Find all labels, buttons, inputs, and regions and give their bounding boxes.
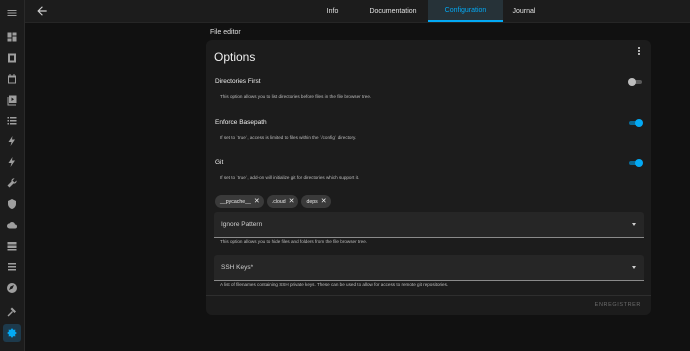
option-title-enforce-basepath: Enforce Basepath: [215, 119, 267, 126]
ignore-pattern-label: Ignore Pattern: [221, 221, 263, 228]
ssh-keys-select[interactable]: SSH Keys*: [214, 255, 644, 281]
chevron-down-icon[interactable]: [632, 223, 636, 226]
close-icon[interactable]: ✕: [254, 198, 260, 205]
top-bar: Info Documentation Configuration Journal: [25, 0, 690, 23]
option-desc-git: If set to `true`, add-on will initialize…: [220, 175, 360, 180]
divider: [206, 295, 651, 296]
section-title: File editor: [210, 29, 241, 36]
chip-list: __pycache__ ✕ .cloud ✕ deps ✕: [215, 195, 331, 208]
close-icon[interactable]: ✕: [289, 198, 295, 205]
chip-label: __pycache__: [220, 198, 251, 205]
option-title-directories-first: Directories First: [215, 78, 261, 85]
server-icon[interactable]: [5, 239, 19, 253]
chip-label: deps: [306, 198, 318, 205]
menu-icon[interactable]: [5, 6, 19, 20]
chip-deps[interactable]: deps ✕: [301, 195, 331, 208]
tab-journal[interactable]: Journal: [503, 0, 545, 22]
options-card: Options Directories First This option al…: [206, 40, 651, 315]
more-options-icon[interactable]: [635, 46, 643, 58]
ignore-pattern-select[interactable]: Ignore Pattern: [214, 212, 644, 238]
lightning-icon[interactable]: [5, 155, 19, 169]
tab-documentation[interactable]: Documentation: [360, 0, 426, 22]
toggle-enforce-basepath[interactable]: [628, 118, 643, 128]
tab-info[interactable]: Info: [305, 0, 360, 22]
back-arrow-icon[interactable]: [35, 4, 49, 18]
ssh-keys-help: A list of filenames containing SSH priva…: [220, 282, 449, 287]
compass-icon[interactable]: [5, 281, 19, 295]
chip-label: .cloud: [271, 198, 286, 205]
calendar-icon[interactable]: [5, 72, 19, 86]
tab-configuration[interactable]: Configuration: [428, 0, 503, 22]
chevron-down-icon[interactable]: [632, 266, 636, 269]
lightning-icon[interactable]: [5, 134, 19, 148]
sidebar: [0, 0, 25, 351]
option-title-git: Git: [215, 159, 224, 166]
cloud-icon[interactable]: [5, 218, 19, 232]
save-button[interactable]: ENREGISTRER: [595, 302, 641, 308]
toggle-git[interactable]: [628, 158, 643, 168]
close-icon[interactable]: ✕: [321, 198, 327, 205]
option-desc-enforce-basepath: If set to `true`, access is limited to f…: [220, 135, 357, 140]
list-icon[interactable]: [5, 260, 19, 274]
ssh-keys-label: SSH Keys*: [221, 264, 254, 271]
option-desc-directories-first: This option allows you to list directori…: [220, 94, 372, 99]
settings-icon[interactable]: [3, 324, 21, 342]
energy-icon[interactable]: [5, 51, 19, 65]
hammer-icon[interactable]: [5, 305, 19, 319]
media-icon[interactable]: [5, 93, 19, 107]
logbook-icon[interactable]: [5, 114, 19, 128]
dashboard-icon[interactable]: [5, 30, 19, 44]
ignore-pattern-help: This option allows you to hide files and…: [220, 239, 368, 244]
shield-icon[interactable]: [5, 197, 19, 211]
chip-pycache[interactable]: __pycache__ ✕: [215, 195, 264, 208]
card-title: Options: [214, 50, 256, 64]
toggle-directories-first[interactable]: [628, 77, 643, 87]
wrench-icon[interactable]: [5, 176, 19, 190]
chip-cloud[interactable]: .cloud ✕: [266, 195, 299, 208]
